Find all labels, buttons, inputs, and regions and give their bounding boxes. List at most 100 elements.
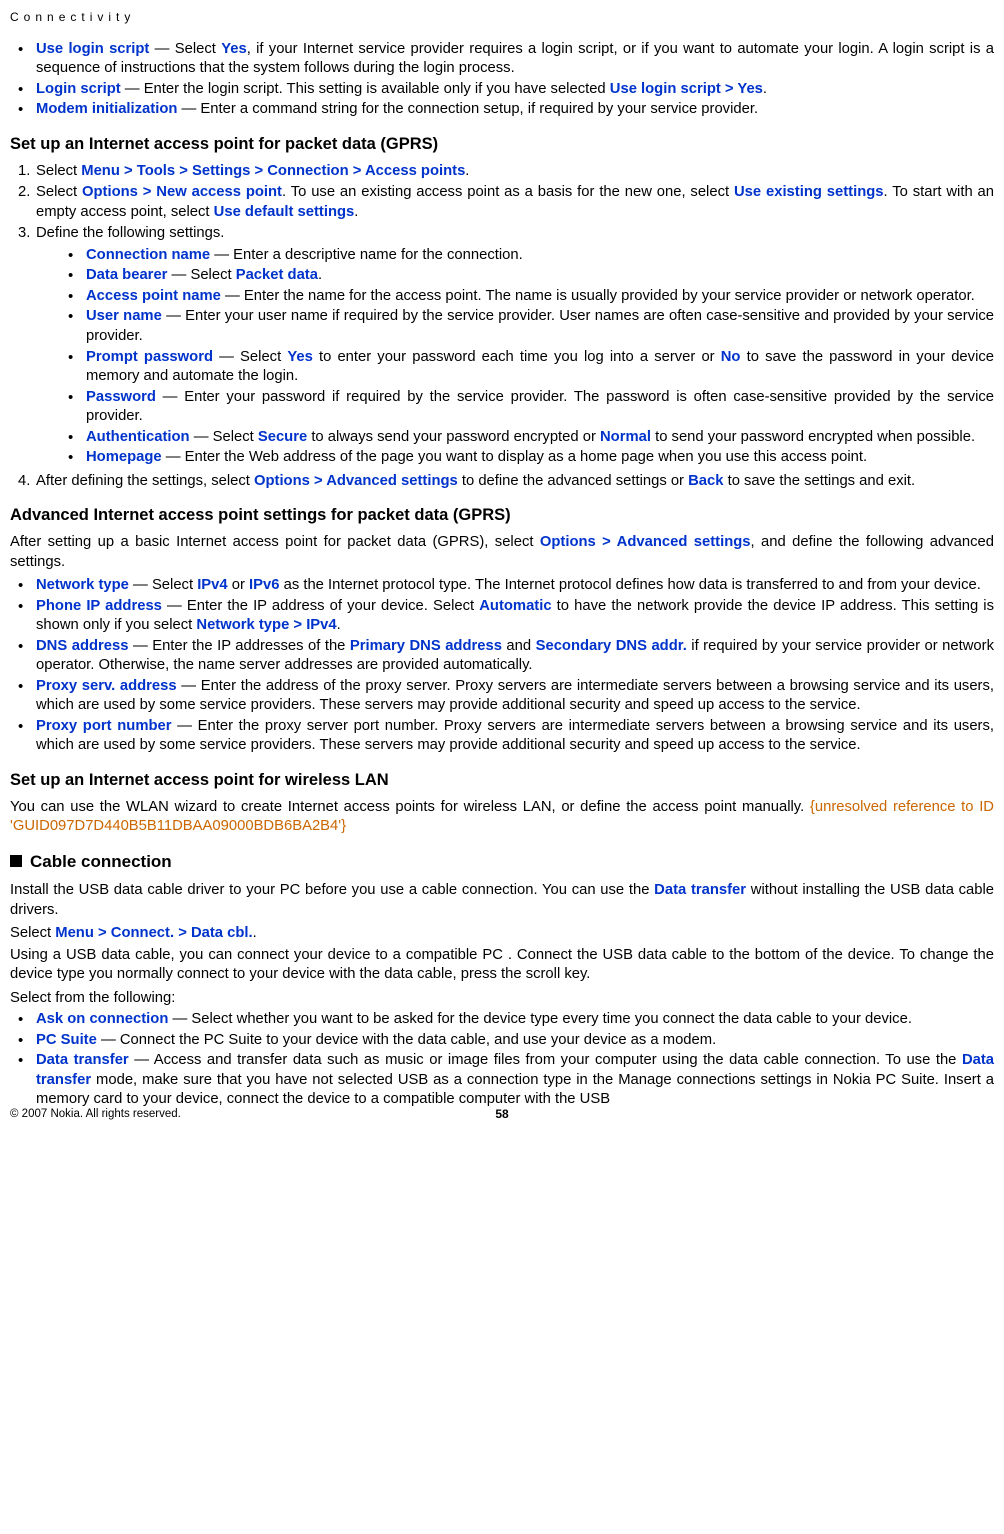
list-item: Connection name — Enter a descriptive na…: [68, 246, 994, 266]
adv-bullet-list: Network type — Select IPv4 or IPv6 as th…: [10, 576, 994, 756]
sep: >: [721, 81, 738, 97]
text: . To use an existing access point as a b…: [282, 184, 734, 200]
list-item: User name — Enter your user name if requ…: [68, 307, 994, 346]
value: IPv6: [249, 577, 279, 593]
text: Select: [10, 925, 55, 941]
list-item: Prompt password — Select Yes to enter yo…: [68, 348, 994, 387]
text: — Enter the login script. This setting i…: [121, 81, 610, 97]
text: — Enter the proxy server port number. Pr…: [36, 718, 994, 754]
value: Use login script: [610, 81, 721, 97]
text: .: [354, 204, 358, 220]
list-item: Login script — Enter the login script. T…: [18, 80, 994, 100]
list-item: Modem initialization — Enter a command s…: [18, 100, 994, 120]
menu: Menu: [55, 925, 94, 941]
cable-bullet-list: Ask on connection — Select whether you w…: [10, 1010, 994, 1110]
menu: Access points: [365, 163, 465, 179]
value: Network type: [196, 617, 289, 633]
list-item: Proxy serv. address — Enter the address …: [18, 677, 994, 716]
text: and: [502, 638, 536, 654]
cable-p2: Select Menu > Connect. > Data cbl..: [10, 924, 994, 944]
text: Select: [36, 163, 81, 179]
menu: Options: [540, 534, 596, 550]
page-header: Connectivity: [10, 10, 994, 26]
menu: Connection: [267, 163, 348, 179]
value: Yes: [737, 81, 763, 97]
text: — Select whether you want to be asked fo…: [168, 1011, 912, 1027]
text: as the Internet protocol type. The Inter…: [279, 577, 980, 593]
term: Proxy serv. address: [36, 678, 177, 694]
menu: New access point: [156, 184, 282, 200]
term: Phone IP address: [36, 598, 162, 614]
gprs-steps: Select Menu > Tools > Settings > Connect…: [10, 162, 994, 492]
text: — Enter the Web address of the page you …: [162, 449, 867, 465]
value: IPv4: [306, 617, 336, 633]
term: PC Suite: [36, 1032, 97, 1048]
term: Data transfer: [654, 882, 746, 898]
heading-text: Cable connection: [30, 852, 172, 871]
term: Network type: [36, 577, 129, 593]
list-item: Password — Enter your password if requir…: [68, 388, 994, 427]
value: Packet data: [236, 267, 318, 283]
list-item: Data bearer — Select Packet data.: [68, 266, 994, 286]
text: .: [337, 617, 341, 633]
text: mode, make sure that you have not select…: [36, 1072, 994, 1108]
text: to define the advanced settings or: [458, 473, 688, 489]
term: Prompt password: [86, 349, 213, 365]
section-heading-wlan: Set up an Internet access point for wire…: [10, 770, 994, 792]
text: .: [318, 267, 322, 283]
text: — Select: [129, 577, 197, 593]
text: .: [465, 163, 469, 179]
term: Data bearer: [86, 267, 167, 283]
intro-bullet-list: Use login script — Select Yes, if your I…: [10, 40, 994, 120]
text: — Select: [167, 267, 235, 283]
menu: Advanced settings: [617, 534, 751, 550]
step-1: Select Menu > Tools > Settings > Connect…: [18, 162, 994, 182]
sep: >: [349, 163, 365, 179]
page-number: 58: [495, 1107, 508, 1123]
term: Data transfer: [36, 1052, 129, 1068]
sep: >: [120, 163, 137, 179]
term: Proxy port number: [36, 718, 172, 734]
term: User name: [86, 308, 162, 324]
term: Password: [86, 389, 156, 405]
menu: Back: [688, 473, 723, 489]
value: Use default settings: [214, 204, 355, 220]
list-item: Network type — Select IPv4 or IPv6 as th…: [18, 576, 994, 596]
sep: >: [250, 163, 267, 179]
value: Primary DNS address: [350, 638, 502, 654]
text: to always send your password encrypted o…: [307, 429, 600, 445]
text: — Enter a command string for the connect…: [177, 101, 758, 117]
text: — Select: [213, 349, 287, 365]
value: Secondary DNS addr.: [536, 638, 687, 654]
copyright: © 2007 Nokia. All rights reserved.: [10, 1108, 181, 1120]
cable-p4: Select from the following:: [10, 989, 994, 1009]
list-item: Data transfer — Access and transfer data…: [18, 1051, 994, 1110]
text: — Enter your password if required by the…: [86, 389, 994, 425]
value: Normal: [600, 429, 651, 445]
menu: Menu: [81, 163, 120, 179]
menu: Options: [82, 184, 138, 200]
sep: >: [174, 925, 191, 941]
wlan-para: You can use the WLAN wizard to create In…: [10, 798, 994, 837]
text: to enter your password each time you log…: [313, 349, 721, 365]
list-item: Authentication — Select Secure to always…: [68, 428, 994, 448]
section-heading-cable: Cable connection: [10, 851, 994, 873]
list-item: DNS address — Enter the IP addresses of …: [18, 637, 994, 676]
sep: >: [310, 473, 326, 489]
section-heading-gprs-advanced: Advanced Internet access point settings …: [10, 505, 994, 527]
text: Define the following settings.: [36, 225, 224, 241]
text: — Enter the address of the proxy server.…: [36, 678, 994, 714]
term: Use login script: [36, 41, 149, 57]
value: Yes: [287, 349, 313, 365]
step-3: Define the following settings. Connectio…: [18, 224, 994, 467]
list-item: PC Suite — Connect the PC Suite to your …: [18, 1031, 994, 1051]
text: You can use the WLAN wizard to create In…: [10, 799, 810, 815]
text: — Enter the name for the access point. T…: [221, 288, 975, 304]
term: DNS address: [36, 638, 128, 654]
list-item: Access point name — Enter the name for t…: [68, 287, 994, 307]
list-item: Use login script — Select Yes, if your I…: [18, 40, 994, 79]
value: Secure: [258, 429, 307, 445]
text: — Enter a descriptive name for the conne…: [210, 247, 523, 263]
text: .: [253, 925, 257, 941]
text: — Enter the IP addresses of the: [128, 638, 349, 654]
